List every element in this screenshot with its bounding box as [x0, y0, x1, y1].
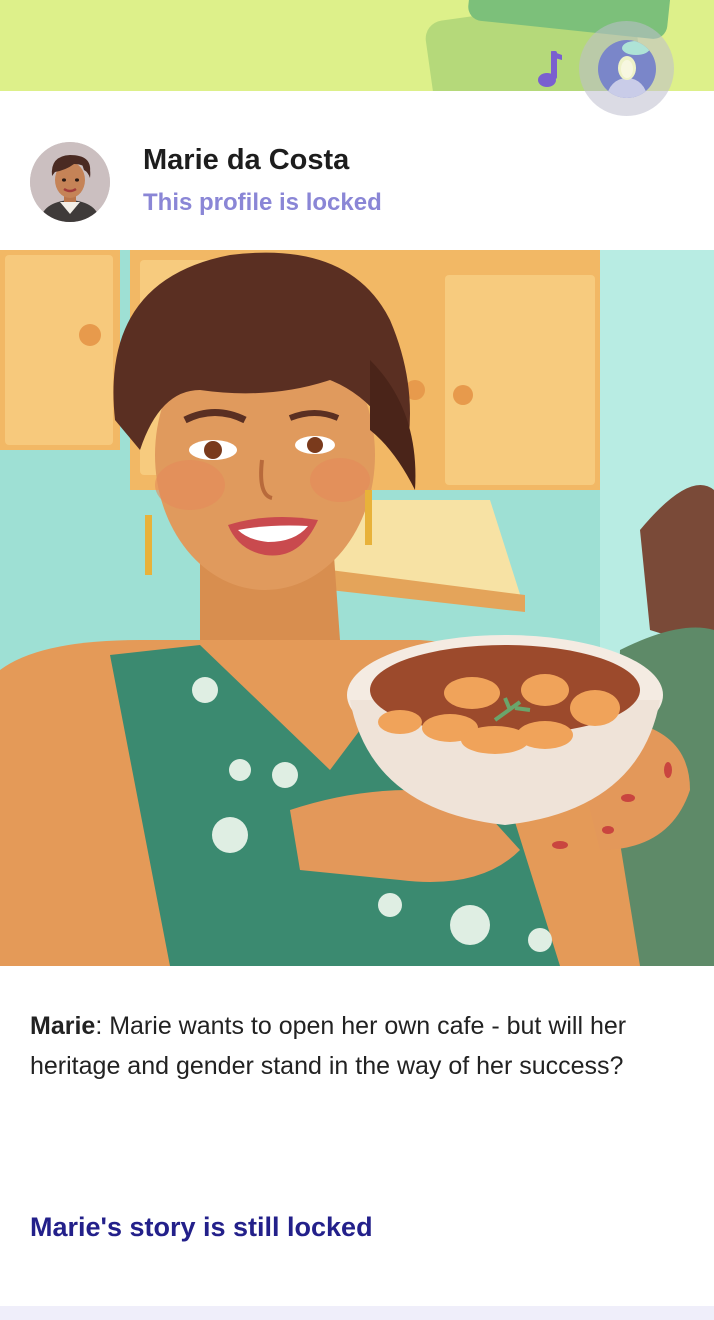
speaker-name: Marie [30, 1012, 96, 1040]
profile-status: This profile is locked [143, 189, 382, 216]
profile-name: Marie da Costa [143, 144, 350, 176]
description-text: : Marie wants to open her own cafe - but… [30, 1012, 627, 1080]
hero-illustration [0, 250, 714, 966]
bottom-strip [0, 1306, 714, 1320]
story-description: Marie: Marie wants to open her own cafe … [30, 1006, 680, 1086]
profile-avatar [30, 142, 110, 222]
user-avatar-icon [597, 39, 656, 98]
music-button[interactable] [532, 48, 568, 90]
story-locked-link[interactable]: Marie's story is still locked [30, 1212, 373, 1243]
profile-header: Marie da Costa This profile is locked [0, 91, 714, 250]
user-avatar-button[interactable] [579, 21, 674, 116]
music-note-icon [538, 51, 562, 87]
